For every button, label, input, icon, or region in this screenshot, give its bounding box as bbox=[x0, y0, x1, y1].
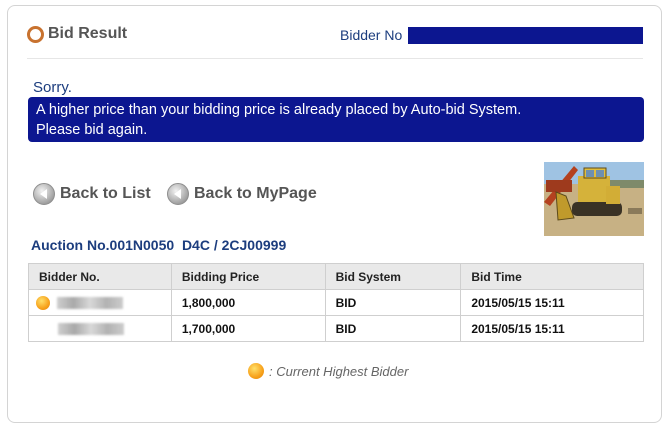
bidder-no-blurred bbox=[57, 296, 124, 309]
bulldozer-photo[interactable] bbox=[544, 162, 644, 236]
back-to-mypage-label: Back to MyPage bbox=[194, 185, 317, 202]
bidding-price-cell: 1,800,000 bbox=[170, 289, 326, 316]
bidding-price-cell: 1,700,000 bbox=[170, 315, 326, 342]
bidder-no-cell bbox=[28, 315, 172, 342]
outbid-message-line2: Please bid again. bbox=[36, 122, 148, 138]
ring-bullet-icon bbox=[27, 25, 44, 43]
highest-bidder-icon bbox=[36, 295, 50, 310]
bidder-no-blurred bbox=[58, 323, 124, 336]
bid-time-cell: 2015/05/15 15:11 bbox=[460, 289, 644, 316]
outbid-message-line1: A higher price than your bidding price i… bbox=[36, 102, 522, 118]
bidder-no-cell bbox=[28, 289, 172, 316]
auction-number: Auction No.001N0050 D4C / 2CJ00999 bbox=[31, 237, 287, 253]
back-to-mypage-button[interactable]: Back to MyPage bbox=[167, 183, 317, 205]
highest-bidder-icon bbox=[248, 363, 264, 379]
bulldozer-image bbox=[544, 162, 644, 236]
back-to-list-button[interactable]: Back to List bbox=[33, 183, 151, 205]
legend-text: : Current Highest Bidder bbox=[269, 363, 409, 379]
column-header-bid-time: Bid Time bbox=[460, 263, 644, 290]
bid-system-cell: BID bbox=[324, 289, 462, 316]
bid-system-cell: BID bbox=[324, 315, 462, 342]
table-row: 1,800,000 BID 2015/05/15 15:11 bbox=[28, 289, 644, 316]
page-title: Bid Result bbox=[48, 25, 128, 42]
table-row: 1,700,000 BID 2015/05/15 15:11 bbox=[28, 315, 644, 342]
column-header-bidder-no: Bidder No. bbox=[28, 263, 172, 290]
bidder-no-label: Bidder No bbox=[340, 27, 403, 43]
outbid-message: A higher price than your bidding price i… bbox=[28, 97, 644, 142]
bidder-no-redacted bbox=[408, 27, 643, 44]
sorry-text: Sorry. bbox=[33, 79, 72, 96]
back-arrow-icon bbox=[167, 183, 189, 205]
header: Bid Result bbox=[27, 25, 127, 43]
back-to-list-label: Back to List bbox=[60, 185, 151, 202]
back-arrow-icon bbox=[33, 183, 55, 205]
header-divider bbox=[27, 58, 643, 59]
column-header-bidding-price: Bidding Price bbox=[170, 263, 326, 290]
table-header-row: Bidder No. Bidding Price Bid System Bid … bbox=[28, 263, 644, 290]
bid-history-table: Bidder No. Bidding Price Bid System Bid … bbox=[28, 263, 644, 342]
bid-time-cell: 2015/05/15 15:11 bbox=[460, 315, 644, 342]
column-header-bid-system: Bid System bbox=[324, 263, 462, 290]
legend: : Current Highest Bidder bbox=[248, 363, 408, 379]
